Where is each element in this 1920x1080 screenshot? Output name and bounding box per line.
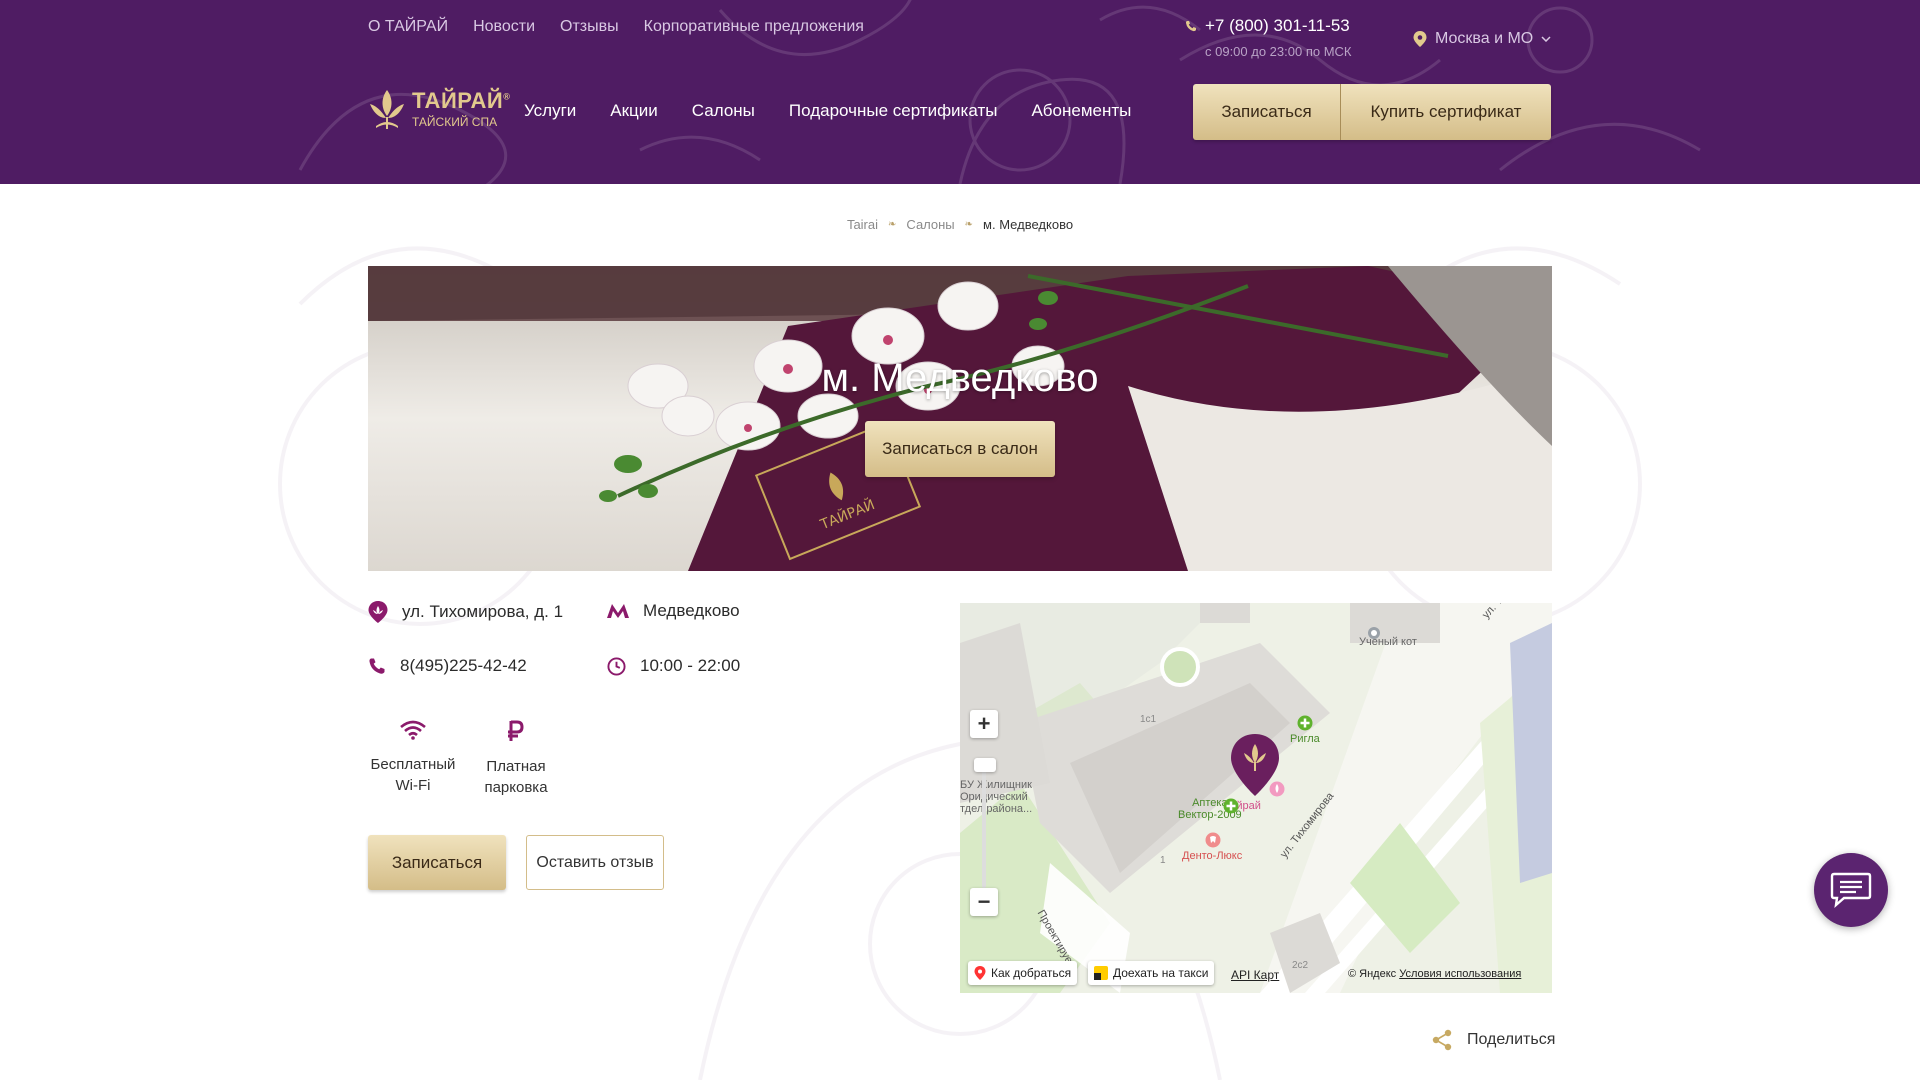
location-pin-icon	[368, 601, 388, 623]
site-logo[interactable]: ТАЙРАЙ® ТАЙСКИЙ СПА	[368, 88, 510, 130]
map-taxi-label: Доехать на такси	[1113, 966, 1209, 980]
map-label-org-line2: Оридический	[960, 791, 1028, 803]
breadcrumb-item-salons[interactable]: Салоны	[906, 217, 954, 232]
map-label-org-line1: БУ Жилищник	[960, 779, 1032, 791]
header-book-button[interactable]: Записаться	[1193, 84, 1341, 140]
chat-widget-button[interactable]	[1814, 853, 1888, 927]
amenity-parking-line1: Платная	[486, 758, 546, 775]
salon-title: м. Медведково	[821, 356, 1099, 400]
map-route-button[interactable]: Как добраться	[968, 961, 1078, 985]
salon-address: ул. Тихомирова, д. 1	[368, 601, 563, 623]
map-label-building-1: 1	[1160, 855, 1166, 866]
map-copyright-text: © Яндекс	[1348, 968, 1397, 980]
pharmacy-poi-icon	[1297, 715, 1313, 731]
main-nav: Услуги Акции Салоны Подарочные сертифика…	[524, 101, 1131, 121]
salon-map[interactable]: Ученый кот ул. Тихом. ул. Тихомирова Про…	[960, 603, 1552, 993]
topnav-link-about[interactable]: О ТАЙРАЙ	[368, 18, 448, 36]
route-pin-icon	[974, 966, 986, 980]
metro-icon	[607, 604, 629, 618]
chat-bubble-icon	[1830, 872, 1872, 909]
header-hours: с 09:00 до 23:00 по МСК	[1205, 44, 1352, 59]
map-label-org-line3: тдел района...	[960, 803, 1033, 815]
book-button[interactable]: Записаться	[368, 835, 506, 890]
region-selector[interactable]: Москва и МО	[1413, 30, 1551, 48]
topnav-link-news[interactable]: Новости	[473, 18, 535, 36]
salon-metro: Медведково	[607, 601, 740, 621]
share-button[interactable]: Поделиться	[1431, 1029, 1555, 1051]
mainnav-link-salons[interactable]: Салоны	[692, 101, 755, 121]
topnav-link-reviews[interactable]: Отзывы	[560, 18, 619, 36]
map-terms-link[interactable]: Условия использования	[1399, 968, 1521, 980]
salon-hours-text: 10:00 - 22:00	[640, 656, 741, 675]
salon-hero-banner: ТАЙРАЙ м. Медведково Записаться в салон	[368, 266, 1552, 571]
mainnav-link-gift-certificates[interactable]: Подарочные сертификаты	[789, 101, 998, 121]
amenity-wifi-line1: Бесплатный	[370, 756, 456, 773]
location-pin-icon	[1413, 31, 1427, 47]
contact-block: +7 (800) 301-11-53 с 09:00 до 23:00 по М…	[1185, 16, 1352, 59]
map-zoom-slider-track[interactable]	[982, 758, 986, 888]
map-label-dento: Денто-Люкс	[1182, 850, 1243, 862]
salon-phone: 8(495)225-42-42	[368, 656, 527, 676]
map-copyright: © Яндекс Условия использования	[1348, 968, 1521, 980]
taxi-icon	[1094, 966, 1108, 980]
top-nav: О ТАЙРАЙ Новости Отзывы Корпоративные пр…	[368, 18, 864, 36]
header-button-group: Записаться Купить сертификат	[1193, 84, 1551, 140]
share-icon	[1432, 1029, 1452, 1051]
wifi-icon	[400, 720, 426, 740]
logo-brand-text: ТАЙРАЙ	[412, 88, 504, 113]
header-phone[interactable]: +7 (800) 301-11-53	[1205, 16, 1350, 36]
mainnav-link-subscriptions[interactable]: Абонементы	[1031, 101, 1131, 121]
map-api-link[interactable]: API Карт	[1231, 968, 1279, 982]
map-route-label: Как добраться	[991, 966, 1072, 980]
chevron-down-icon	[1541, 36, 1551, 42]
lotus-logo-icon	[370, 90, 404, 129]
region-label: Москва и МО	[1435, 30, 1534, 47]
mainnav-link-promotions[interactable]: Акции	[610, 101, 658, 121]
hero-photo-orchids: ТАЙРАЙ	[368, 266, 1552, 571]
buy-certificate-button[interactable]: Купить сертификат	[1341, 84, 1551, 140]
clock-icon	[607, 656, 626, 676]
breadcrumb-item-current: м. Медведково	[983, 217, 1074, 232]
map-label-org: БУ Жилищник Оридический тдел района...	[960, 779, 1032, 815]
map-label-building-1c1: 1с1	[1140, 714, 1157, 725]
logo-subtitle: ТАЙСКИЙ СПА	[412, 115, 498, 129]
map-zoom-out-button[interactable]: −	[970, 888, 998, 916]
logo-registered-mark: ®	[503, 91, 511, 102]
amenity-parking: Платная парковка	[476, 720, 556, 798]
pharmacy-poi-icon	[1223, 798, 1239, 814]
map-label-building-2c2: 2с2	[1292, 960, 1309, 971]
breadcrumb-separator-icon: ❧	[888, 219, 897, 230]
phone-icon	[1185, 21, 1196, 32]
amenity-wifi: Бесплатный Wi-Fi	[368, 720, 458, 796]
cafe-poi-icon	[1368, 627, 1380, 639]
map-zoom-in-button[interactable]: +	[970, 710, 998, 738]
breadcrumb-separator-icon: ❧	[964, 219, 974, 230]
book-salon-button[interactable]: Записаться в салон	[865, 421, 1055, 477]
ruble-icon	[508, 720, 524, 741]
share-label: Поделиться	[1467, 1031, 1556, 1048]
map-zoom-slider-handle[interactable]	[974, 758, 996, 772]
phone-icon	[369, 658, 385, 674]
dentist-poi-icon	[1205, 832, 1221, 848]
amenity-parking-line2: парковка	[484, 779, 548, 796]
salon-address-text: ул. Тихомирова, д. 1	[402, 602, 564, 621]
topnav-link-corporate[interactable]: Корпоративные предложения	[644, 18, 864, 36]
amenity-wifi-line2: Wi-Fi	[395, 777, 431, 794]
leave-review-button[interactable]: Оставить отзыв	[526, 835, 664, 890]
salon-phone-text[interactable]: 8(495)225-42-42	[400, 656, 527, 676]
salon-map-marker-icon[interactable]	[1229, 732, 1281, 798]
map-taxi-button[interactable]: Доехать на такси	[1088, 961, 1215, 985]
site-header: О ТАЙРАЙ Новости Отзывы Корпоративные пр…	[0, 0, 1920, 184]
breadcrumb: Tairai ❧ Салоны ❧ м. Медведково	[0, 217, 1920, 232]
breadcrumb-item-home[interactable]: Tairai	[847, 217, 878, 232]
mainnav-link-services[interactable]: Услуги	[524, 101, 576, 121]
header-ornament-pattern	[298, 0, 1701, 184]
salon-hours: 10:00 - 22:00	[607, 656, 740, 676]
salon-metro-text: Медведково	[643, 601, 740, 620]
map-label-rigla: Ригла	[1290, 733, 1320, 745]
